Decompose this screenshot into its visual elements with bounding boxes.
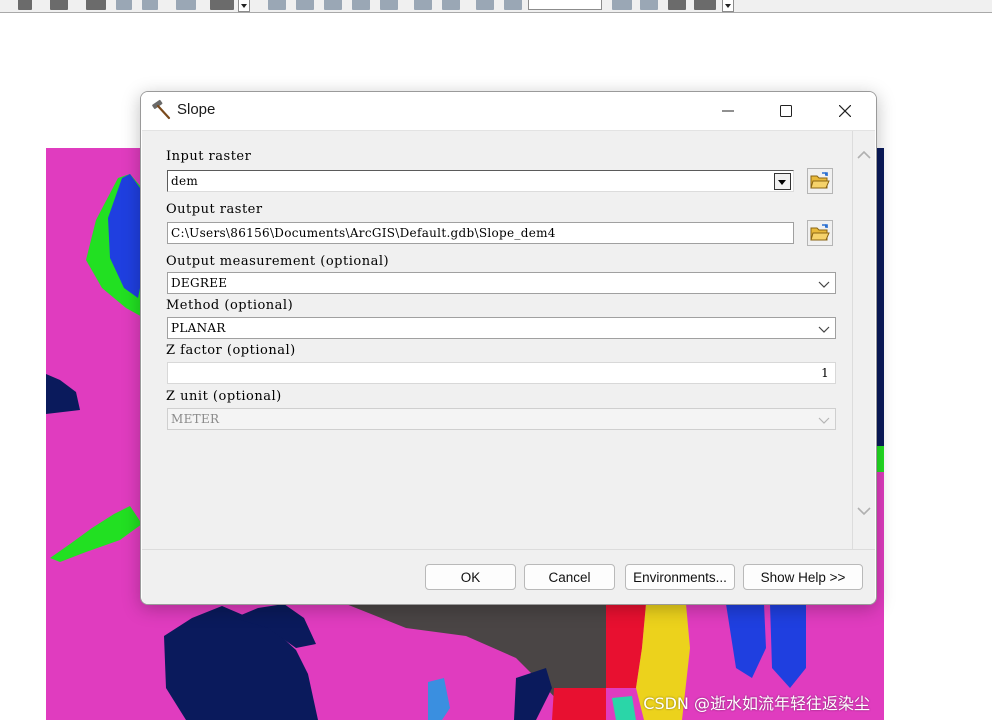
z-unit-select: METER <box>167 408 836 430</box>
scroll-up-icon[interactable] <box>854 145 874 165</box>
dialog-footer: OK Cancel Environments... Show Help >> <box>142 549 875 604</box>
output-raster-label: Output raster <box>166 202 263 217</box>
toolbar-button[interactable] <box>50 0 68 10</box>
toolbar-button[interactable] <box>668 0 686 10</box>
toolbar-button[interactable] <box>86 0 106 10</box>
toolbar-button[interactable] <box>176 0 196 10</box>
toolbar-dropdown[interactable] <box>238 0 250 12</box>
toolbar-button[interactable] <box>268 0 286 10</box>
toolbar-button[interactable] <box>18 0 32 10</box>
environments-button[interactable]: Environments... <box>625 564 735 590</box>
hammer-icon <box>152 99 171 120</box>
minimize-button[interactable] <box>699 92 757 130</box>
maximize-button[interactable] <box>757 92 815 130</box>
cancel-button[interactable]: Cancel <box>524 564 615 590</box>
toolbar-button[interactable] <box>380 0 398 10</box>
minimize-icon <box>722 110 734 112</box>
dialog-title: Slope <box>177 101 216 118</box>
close-button[interactable] <box>816 92 874 130</box>
toolbar-button[interactable] <box>694 0 716 10</box>
z-unit-value: METER <box>171 412 220 426</box>
input-raster-label: Input raster <box>166 149 252 164</box>
toolbar-button[interactable] <box>640 0 658 10</box>
z-unit-label: Z unit (optional) <box>166 389 282 404</box>
show-help-button[interactable]: Show Help >> <box>743 564 863 590</box>
output-measurement-select[interactable]: DEGREE <box>167 272 836 294</box>
ok-button[interactable]: OK <box>425 564 516 590</box>
output-measurement-value: DEGREE <box>171 276 228 290</box>
toolbar-dropdown[interactable] <box>722 0 734 12</box>
dialog-titlebar[interactable]: Slope <box>141 92 876 130</box>
input-raster-combo[interactable]: dem <box>167 170 794 192</box>
parameter-panel[interactable]: Input raster dem Output raster C:\Users\… <box>142 131 853 550</box>
folder-open-icon <box>810 224 830 241</box>
method-label: Method (optional) <box>166 298 294 313</box>
z-factor-label: Z factor (optional) <box>166 343 296 358</box>
scroll-down-icon[interactable] <box>854 501 874 521</box>
method-select[interactable]: PLANAR <box>167 317 836 339</box>
input-raster-dropdown-button[interactable] <box>774 173 791 190</box>
toolbar-button[interactable] <box>142 0 158 10</box>
output-raster-browse-button[interactable] <box>807 220 833 246</box>
toolbar-button[interactable] <box>442 0 460 10</box>
arcmap-toolbar <box>0 0 992 13</box>
toolbar-button[interactable] <box>414 0 432 10</box>
method-value: PLANAR <box>171 321 226 335</box>
toolbar-button[interactable] <box>504 0 522 10</box>
toolbar-button[interactable] <box>116 0 132 10</box>
z-factor-value: 1 <box>821 366 829 380</box>
z-factor-field[interactable]: 1 <box>167 362 836 384</box>
maximize-icon <box>780 105 792 117</box>
toolbar-button[interactable] <box>296 0 314 10</box>
toolbar-combo[interactable] <box>528 0 602 10</box>
output-raster-field[interactable]: C:\Users\86156\Documents\ArcGIS\Default.… <box>167 222 794 244</box>
toolbar-button[interactable] <box>324 0 342 10</box>
close-icon <box>839 105 851 117</box>
chevron-down-icon <box>818 281 830 288</box>
input-raster-browse-button[interactable] <box>807 168 833 194</box>
folder-open-icon <box>810 172 830 189</box>
chevron-down-icon <box>818 326 830 333</box>
chevron-down-icon <box>818 417 830 424</box>
input-raster-value: dem <box>171 174 199 188</box>
dialog-body: Input raster dem Output raster C:\Users\… <box>142 130 875 550</box>
toolbar-button[interactable] <box>352 0 370 10</box>
output-raster-value: C:\Users\86156\Documents\ArcGIS\Default.… <box>171 226 556 240</box>
toolbar-button[interactable] <box>210 0 234 10</box>
toolbar-button[interactable] <box>476 0 494 10</box>
output-measurement-label: Output measurement (optional) <box>166 254 390 269</box>
toolbar-button[interactable] <box>612 0 632 10</box>
watermark-text: CSDN @逝水如流年轻往返染尘 <box>643 694 870 713</box>
slope-dialog: Slope Input raster dem Output raster C:\… <box>140 91 877 605</box>
